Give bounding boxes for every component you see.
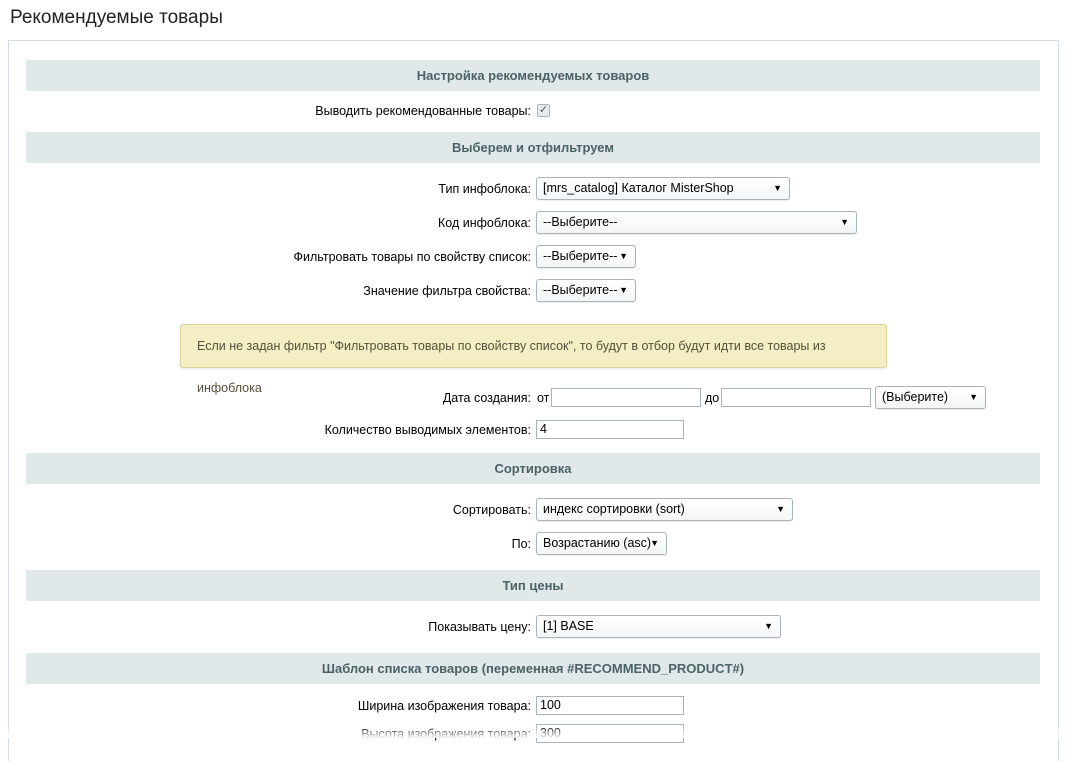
chevron-down-icon: ▼ [773, 183, 782, 193]
filter-value-value: --Выберите-- [543, 283, 618, 297]
filter-value-label: Значение фильтра свойства: [363, 284, 531, 298]
filter-info-note: Если не задан фильтр "Фильтровать товары… [180, 324, 887, 395]
page-title: Рекомендуемые товары [10, 7, 223, 28]
date-to-input[interactable] [721, 388, 871, 407]
show-recommended-checkbox[interactable]: ✓ [537, 104, 550, 117]
iblock-type-value: [mrs_catalog] Каталог MisterShop [543, 181, 734, 195]
date-to-label: до [705, 391, 720, 405]
sort-order-select[interactable]: Возрастанию (asc) ▼ [536, 532, 667, 555]
chevron-down-icon: ▼ [619, 285, 628, 295]
show-recommended-label: Выводить рекомендованные товары: [315, 104, 531, 118]
count-label: Количество выводимых элементов: [324, 423, 531, 437]
section-sort-header: Сортировка [26, 453, 1040, 484]
row-sort-order: По: Возрастанию (asc) ▼ [9, 531, 1058, 557]
section-filter-header: Выберем и отфильтруем [26, 132, 1040, 163]
img-width-input[interactable]: 100 [536, 696, 684, 715]
sort-order-label: По: [511, 537, 531, 551]
price-type-value: [1] BASE [543, 619, 594, 633]
img-width-label: Ширина изображения товара: [357, 699, 531, 713]
date-from-input[interactable] [551, 388, 701, 407]
filter-prop-label: Фильтровать товары по свойству список: [293, 250, 531, 264]
row-iblock-type: Тип инфоблока: [mrs_catalog] Каталог Mis… [9, 176, 1058, 202]
row-price-type: Показывать цену: [1] BASE ▼ [9, 614, 1058, 640]
chevron-down-icon: ▼ [764, 621, 773, 631]
iblock-code-label: Код инфоблока: [438, 216, 531, 230]
date-created-label: Дата создания: [442, 391, 531, 405]
bottom-fade [0, 726, 1074, 738]
price-type-label: Показывать цену: [428, 620, 531, 634]
row-img-width: Ширина изображения товара: 100 [9, 693, 1058, 719]
filter-value-select[interactable]: --Выберите-- ▼ [536, 279, 636, 302]
sort-order-value: Возрастанию (asc) [543, 536, 652, 550]
filter-prop-select[interactable]: --Выберите-- ▼ [536, 245, 636, 268]
iblock-type-label: Тип инфоблока: [438, 182, 531, 196]
sort-by-label: Сортировать: [452, 503, 531, 517]
section-settings-header: Настройка рекомендуемых товаров [26, 60, 1040, 91]
iblock-type-select[interactable]: [mrs_catalog] Каталог MisterShop ▼ [536, 177, 790, 200]
sort-by-select[interactable]: индекс сортировки (sort) ▼ [536, 498, 793, 521]
row-show-recommended: Выводить рекомендованные товары: ✓ [9, 98, 1058, 124]
chevron-down-icon: ▼ [969, 392, 978, 402]
chevron-down-icon: ▼ [776, 504, 785, 514]
settings-panel: Настройка рекомендуемых товаров Выводить… [8, 40, 1059, 761]
row-filter-prop: Фильтровать товары по свойству список: -… [9, 244, 1058, 270]
chevron-down-icon: ▼ [840, 217, 849, 227]
row-iblock-code: Код инфоблока: --Выберите-- ▼ [9, 210, 1058, 236]
row-count: Количество выводимых элементов: 4 [9, 417, 1058, 443]
date-period-select[interactable]: (Выберите) ▼ [875, 386, 986, 409]
chevron-down-icon: ▼ [619, 251, 628, 261]
sort-by-value: индекс сортировки (sort) [543, 502, 685, 516]
date-from-label: от [537, 391, 550, 405]
price-type-select[interactable]: [1] BASE ▼ [536, 615, 781, 638]
row-date-created: Дата создания: от до (Выберите) ▼ [9, 385, 1058, 411]
section-template-header: Шаблон списка товаров (переменная #RECOM… [26, 653, 1040, 684]
count-input[interactable]: 4 [536, 420, 684, 439]
iblock-code-value: --Выберите-- [543, 215, 618, 229]
row-sort-by: Сортировать: индекс сортировки (sort) ▼ [9, 497, 1058, 523]
filter-prop-value: --Выберите-- [543, 249, 618, 263]
date-period-value: (Выберите) [882, 390, 949, 404]
chevron-down-icon: ▼ [650, 538, 659, 548]
row-filter-value: Значение фильтра свойства: --Выберите-- … [9, 278, 1058, 304]
iblock-code-select[interactable]: --Выберите-- ▼ [536, 211, 857, 234]
section-price-header: Тип цены [26, 570, 1040, 601]
